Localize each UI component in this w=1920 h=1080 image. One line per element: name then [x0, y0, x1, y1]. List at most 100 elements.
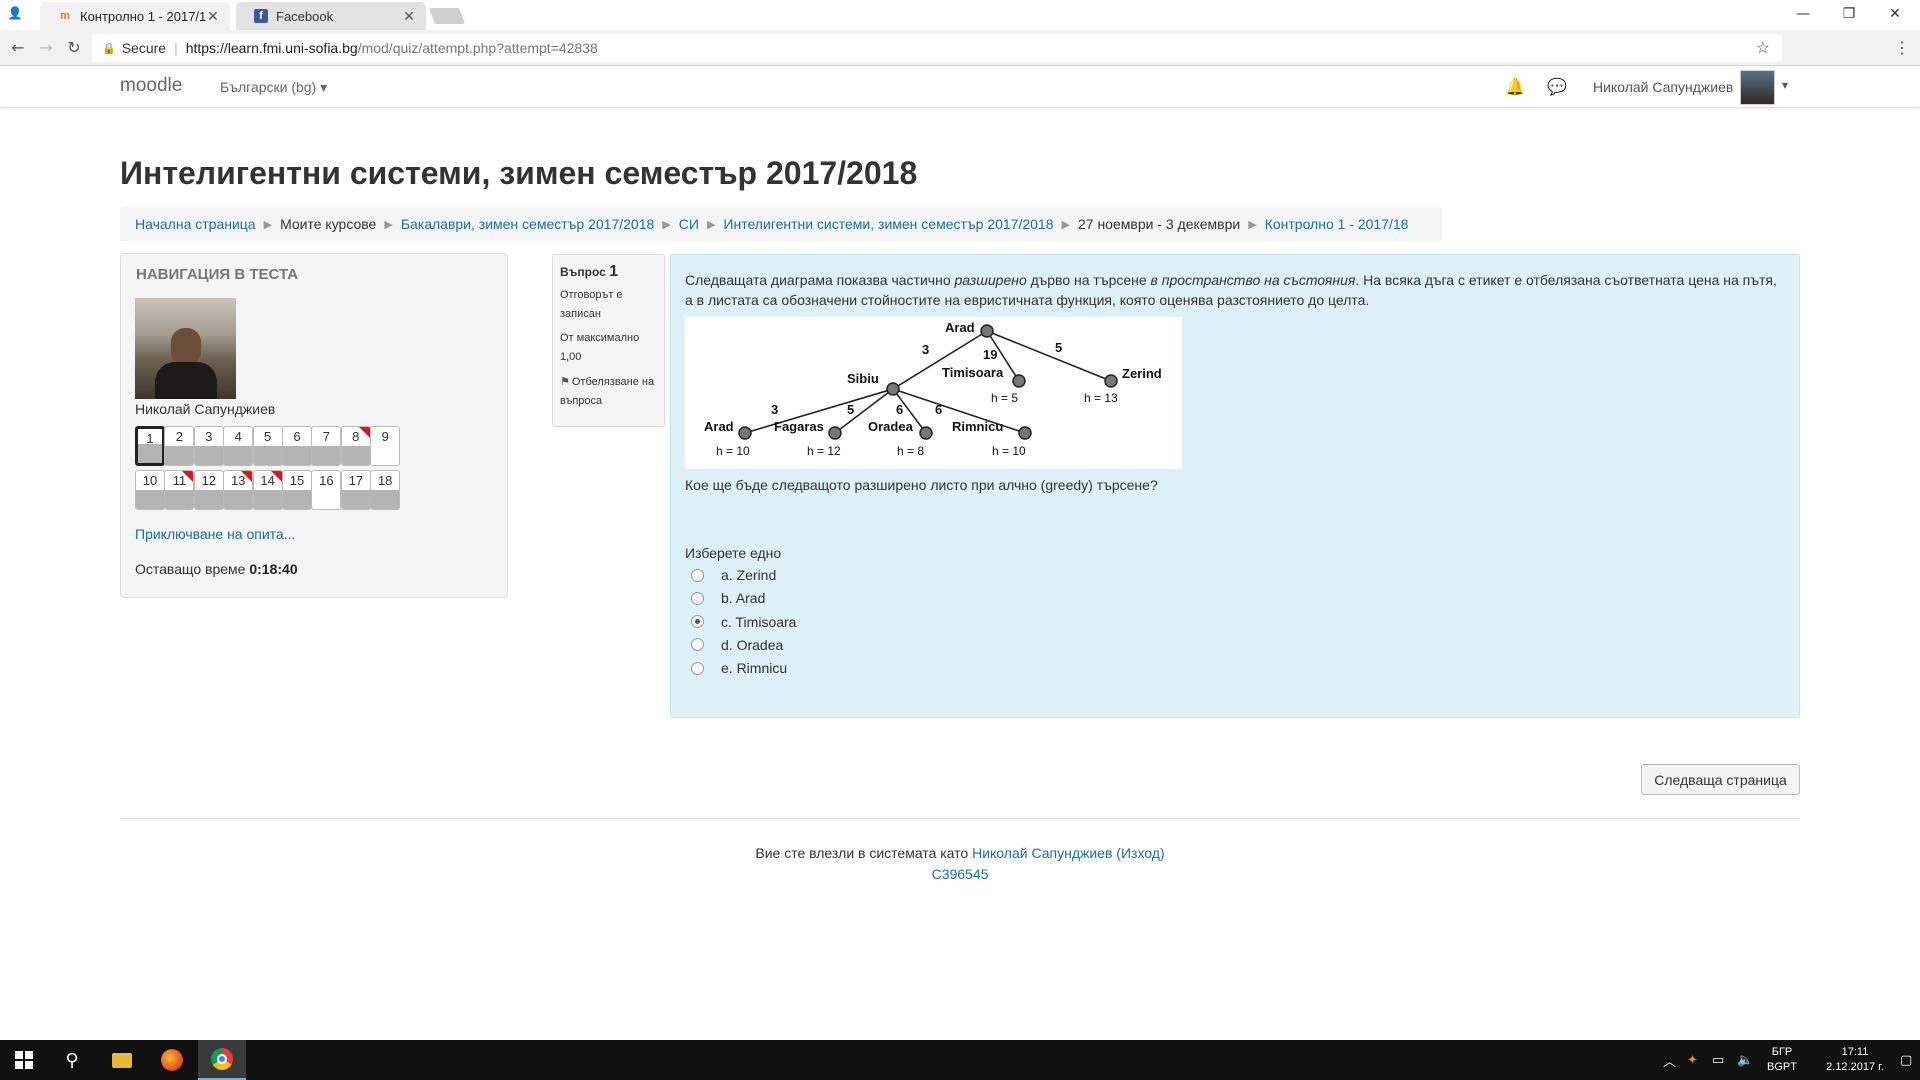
question-nav-button[interactable]: 7 — [311, 426, 342, 466]
question-nav-button[interactable]: 13 — [223, 470, 254, 510]
search-tree-svg: Arad Sibiu Timisoara Zerind Arad Fagaras… — [704, 320, 1162, 458]
question-nav-number: 15 — [289, 473, 305, 488]
breadcrumb-quiz[interactable]: Контролно 1 - 2017/18 — [1265, 216, 1409, 232]
close-window-button[interactable]: ✕ — [1872, 0, 1918, 28]
chrome-icon[interactable] — [198, 1040, 246, 1080]
breadcrumb-separator-icon: ▶ — [1061, 218, 1070, 231]
volume-icon[interactable]: 🔈 — [1737, 1040, 1753, 1080]
flag-question-toggle[interactable]: ⚑ Отбелязване на въпроса — [560, 372, 657, 411]
url-field[interactable]: 🔒 Secure | https://learn.fmi.uni-sofia.b… — [92, 34, 1782, 62]
answer-radio[interactable] — [691, 638, 704, 652]
answer-option[interactable]: a. Zerind — [691, 567, 776, 583]
choose-one-label: Изберете едно — [685, 545, 782, 561]
lang-top: БГР — [1771, 1046, 1793, 1058]
question-nav-number: 2 — [175, 429, 183, 444]
answer-option[interactable]: b. Arad — [691, 590, 765, 606]
answer-radio[interactable] — [691, 591, 704, 605]
caret-down-icon[interactable]: ▾ — [1782, 78, 1788, 92]
bookmark-star-icon[interactable]: ☆ — [1756, 38, 1770, 58]
question-nav-button[interactable]: 8 — [340, 426, 371, 466]
profile-icon[interactable]: 👤 — [4, 6, 26, 24]
question-nav-button[interactable]: 11 — [164, 470, 195, 510]
logout-paren-close: ) — [1159, 845, 1165, 861]
footer-user-link[interactable]: Николай Сапунджиев — [972, 845, 1112, 861]
next-page-button[interactable]: Следваща страница — [1641, 764, 1800, 795]
cost-sibiu-rimnicu: 6 — [935, 402, 942, 417]
close-icon[interactable]: ✕ — [402, 8, 416, 25]
question-nav-button[interactable]: 17 — [340, 470, 371, 510]
forward-icon[interactable]: → — [36, 38, 56, 58]
notifications-icon[interactable]: ▢ — [1900, 1040, 1912, 1080]
finish-attempt-link[interactable]: Приключване на опита... — [135, 526, 295, 542]
answer-option[interactable]: e. Rimnicu — [691, 660, 787, 676]
reload-icon[interactable]: ↻ — [64, 38, 84, 58]
minimize-button[interactable]: — — [1780, 0, 1826, 28]
label-zerind: Zerind — [1122, 366, 1162, 381]
language-menu[interactable]: Български (bg) ▾ — [220, 79, 327, 96]
question-nav-button[interactable]: 14 — [252, 470, 283, 510]
message-icon[interactable]: 💬 — [1547, 77, 1567, 97]
question-nav-button[interactable]: 1 — [135, 426, 165, 466]
heuristic-oradea: h = 8 — [897, 444, 924, 458]
question-nav-button[interactable]: 18 — [370, 470, 401, 510]
question-nav-button[interactable]: 3 — [193, 426, 224, 466]
breadcrumb-si[interactable]: СИ — [679, 216, 699, 232]
logout-link[interactable]: Изход — [1121, 845, 1160, 861]
breadcrumb-my-courses: Моите курсове — [280, 216, 377, 232]
breadcrumb-separator-icon: ▶ — [706, 218, 716, 231]
app-tray-icon[interactable]: ✦ — [1687, 1040, 1698, 1080]
question-nav-button[interactable]: 4 — [223, 426, 254, 466]
brand-logo[interactable]: moodle — [120, 75, 182, 97]
breadcrumb-course[interactable]: Интелигентни системи, зимен семестър 201… — [723, 216, 1053, 232]
file-explorer-icon[interactable] — [98, 1040, 146, 1080]
tab-quiz[interactable]: m Контролно 1 - 2017/18 ✕ — [40, 2, 230, 30]
tab-facebook[interactable]: f Facebook ✕ — [236, 2, 426, 30]
question-nav-number: 10 — [142, 473, 158, 488]
back-icon[interactable]: ← — [8, 38, 28, 58]
search-tree-diagram: Arad Sibiu Timisoara Zerind Arad Fagaras… — [685, 317, 1182, 469]
answer-radio[interactable] — [691, 661, 704, 675]
answer-radio[interactable] — [691, 615, 704, 629]
input-language-indicator[interactable]: БГР BGPT — [1762, 1045, 1802, 1075]
show-hidden-icons-icon[interactable]: ︿ — [1663, 1040, 1676, 1080]
time-left-value: 0:18:40 — [249, 561, 298, 577]
label-sibiu: Sibiu — [847, 371, 879, 386]
answered-indicator — [224, 446, 253, 465]
bell-icon[interactable]: 🔔 — [1505, 77, 1525, 97]
node-oradea — [919, 426, 933, 440]
question-nav-button[interactable]: 12 — [193, 470, 224, 510]
search-icon[interactable]: ⚲ — [48, 1040, 96, 1080]
question-nav-button[interactable]: 2 — [164, 426, 195, 466]
url-path: /mod/quiz/attempt.php?attempt=42838 — [357, 40, 598, 56]
breadcrumb: Начална страница ▶ Моите курсове ▶ Бакал… — [120, 207, 1442, 241]
menu-icon[interactable]: ⋮ — [1892, 38, 1912, 58]
answered-indicator — [371, 490, 400, 509]
question-nav-button[interactable]: 6 — [282, 426, 312, 466]
footer-code-link[interactable]: C396545 — [0, 866, 1920, 882]
question-nav-number: 12 — [201, 473, 217, 488]
windows-start-icon[interactable] — [0, 1040, 48, 1080]
new-tab-button[interactable] — [429, 8, 465, 24]
answer-option[interactable]: d. Oradea — [691, 637, 783, 653]
close-icon[interactable]: ✕ — [206, 8, 220, 25]
question-nav-button[interactable]: 9 — [370, 426, 401, 466]
breadcrumb-category[interactable]: Бакалаври, зимен семестър 2017/2018 — [401, 216, 654, 232]
cost-arad-timisoara: 19 — [983, 347, 997, 362]
clock[interactable]: 17:11 2.12.2017 г. — [1815, 1045, 1895, 1075]
question-nav-button[interactable]: 16 — [311, 470, 342, 510]
answer-radio[interactable] — [691, 568, 704, 582]
question-number-label: Въпрос — [560, 265, 606, 279]
breadcrumb-home[interactable]: Начална страница — [135, 216, 256, 232]
user-name[interactable]: Николай Сапунджиев — [1593, 79, 1733, 95]
question-nav-button[interactable]: 10 — [135, 470, 165, 510]
question-nav-button[interactable]: 5 — [252, 426, 283, 466]
avatar[interactable] — [1740, 70, 1775, 105]
language-label: Български (bg) — [220, 79, 317, 95]
restore-button[interactable]: ❐ — [1826, 0, 1872, 28]
question-nav-button[interactable]: 15 — [282, 470, 312, 510]
moodle-navbar: moodle Български (bg) ▾ 🔔 💬 Николай Сапу… — [0, 66, 1920, 108]
breadcrumb-week: 27 ноември - 3 декември — [1077, 216, 1241, 232]
answer-option[interactable]: c. Timisoara — [691, 614, 796, 630]
network-icon[interactable]: ▭ — [1712, 1040, 1724, 1080]
firefox-icon[interactable] — [148, 1040, 196, 1080]
